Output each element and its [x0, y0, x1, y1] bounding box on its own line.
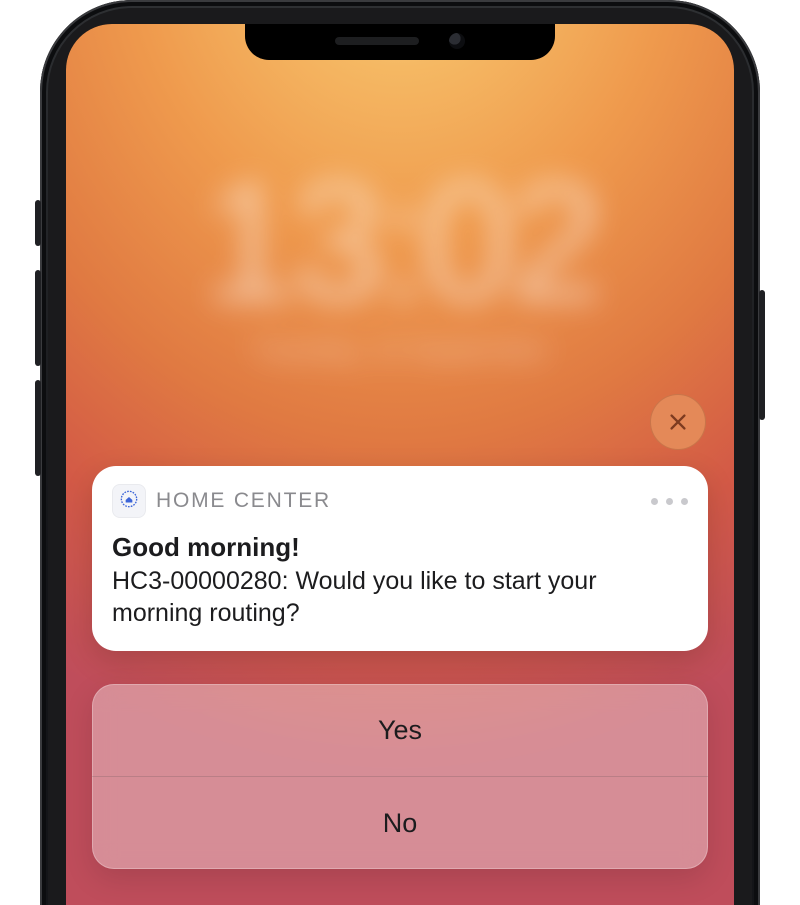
action-no[interactable]: No: [92, 776, 708, 869]
ellipsis-icon: [651, 498, 688, 505]
notification-header: HOME CENTER: [112, 484, 688, 518]
notification-actions: Yes No: [92, 684, 708, 869]
front-camera: [449, 33, 465, 49]
side-button-power: [759, 290, 765, 420]
notification-body: HC3-00000280: Would you like to start yo…: [112, 565, 688, 629]
notification-card[interactable]: HOME CENTER Good morning! HC3-00000280: …: [92, 466, 708, 651]
notification-title: Good morning!: [112, 532, 688, 563]
home-icon: [119, 489, 139, 514]
canvas: 13:02 Tuesday, 14 September: [0, 0, 800, 905]
phone-notch: [245, 24, 555, 60]
action-label: Yes: [378, 715, 422, 746]
action-yes[interactable]: Yes: [92, 684, 708, 776]
side-button-volume-up: [35, 270, 41, 366]
phone-screen: 13:02 Tuesday, 14 September: [66, 24, 734, 905]
side-button-silence: [35, 200, 41, 246]
close-icon: [667, 411, 689, 433]
notification-app-name: HOME CENTER: [156, 489, 331, 513]
side-button-volume-down: [35, 380, 41, 476]
more-button[interactable]: [651, 498, 688, 505]
close-button[interactable]: [650, 394, 706, 450]
phone-frame: 13:02 Tuesday, 14 September: [40, 0, 760, 905]
action-label: No: [383, 808, 418, 839]
speaker-grill: [335, 37, 419, 45]
app-icon: [112, 484, 146, 518]
